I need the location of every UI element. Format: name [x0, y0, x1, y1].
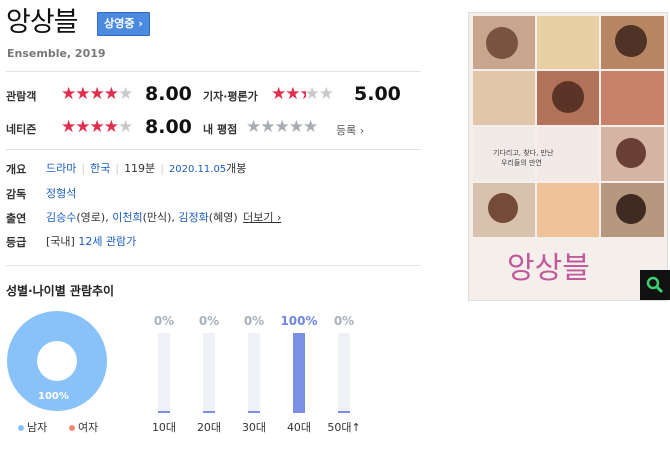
female-legend-label: 여자 — [78, 421, 99, 434]
poster-tagline-2: 우리들의 만연 — [501, 158, 542, 167]
audience-score: 8.00 — [145, 83, 192, 105]
age-bar-track — [203, 333, 215, 413]
audience-rating-label: 관람객 — [6, 90, 37, 103]
register-rating-link[interactable]: 등록 › — [336, 122, 364, 138]
age-bar-fill — [203, 411, 215, 413]
runtime: 119분 — [124, 162, 156, 175]
cast-list: 김승수(영로), 이천희(만식), 김정화(혜영) 더보기 › — [46, 209, 281, 225]
netizen-stars: ★★★★★ — [61, 117, 133, 137]
male-percentage: 100% — [38, 391, 69, 402]
divider — [6, 71, 421, 72]
cast-role: (영로), — [76, 211, 113, 224]
release-date-link[interactable]: 2020.11.05 — [169, 164, 226, 175]
director-label: 감독 — [6, 188, 27, 201]
cast-role: (만식), — [142, 211, 179, 224]
poster-tagline: 기다리고, 찾다, 만난 — [493, 148, 554, 157]
critic-score: 5.00 — [354, 83, 401, 105]
genre-link[interactable]: 드라마 — [46, 162, 76, 175]
age-bar-fill — [158, 411, 170, 413]
my-rating-label: 내 평점 — [203, 123, 238, 136]
age-bar-track — [338, 333, 350, 413]
critic-stars: ★★★★★ — [271, 84, 334, 104]
now-showing-badge[interactable]: 상영중 › — [97, 12, 150, 36]
female-legend: 여자 — [69, 419, 98, 435]
overview-label: 개요 — [6, 163, 27, 176]
poster-title: 앙상블 — [507, 251, 590, 286]
age-pct-4: 0% — [333, 314, 355, 328]
female-dot-icon — [69, 425, 75, 431]
magnifier-icon[interactable] — [640, 270, 670, 300]
overview-values: 드라마 | 한국 | 119분 | 2020.11.05개봉 — [46, 162, 247, 175]
age-bar-track — [293, 333, 305, 413]
cast-link[interactable]: 김정화 — [178, 211, 208, 224]
country-link[interactable]: 한국 — [90, 162, 110, 175]
age-rating-values: [국내] 12세 관람가 — [46, 233, 136, 249]
movie-title: 앙상블 — [6, 7, 79, 38]
male-dot-icon — [18, 425, 24, 431]
age-rating-label: 등급 — [6, 236, 27, 249]
age-pct-0: 0% — [153, 314, 175, 328]
age-bar-fill — [338, 411, 350, 413]
more-cast-link[interactable]: 더보기 › — [243, 211, 281, 224]
cast-role: (혜영) — [208, 211, 238, 224]
male-legend: 남자 — [18, 419, 47, 435]
age-label: 30대 — [241, 421, 267, 434]
age-pct-2: 0% — [243, 314, 265, 328]
age-label: 50대↑ — [327, 421, 361, 434]
movie-poster[interactable]: 기다리고, 찾다, 만난 우리들의 만연 앙상블 — [468, 12, 668, 301]
divider — [6, 265, 421, 266]
age-bar-fill — [248, 411, 260, 413]
cast-link[interactable]: 김승수 — [46, 211, 76, 224]
netizen-score: 8.00 — [145, 116, 192, 138]
audience-stars: ★★★★★ — [61, 84, 133, 104]
age-label: 20대 — [196, 421, 222, 434]
release-suffix: 개봉 — [226, 162, 247, 175]
age-label: 10대 — [151, 421, 177, 434]
donut-hole — [37, 341, 77, 381]
male-legend-label: 남자 — [27, 421, 48, 434]
movie-subtitle: Ensemble, 2019 — [7, 47, 106, 60]
age-label: 40대 — [286, 421, 312, 434]
divider — [6, 149, 421, 150]
director-link[interactable]: 정형석 — [46, 185, 76, 201]
poster-image: 기다리고, 찾다, 만난 우리들의 만연 앙상블 — [469, 13, 667, 300]
trend-section-title: 성별·나이별 관람추이 — [6, 284, 115, 298]
age-bar-fill — [293, 333, 305, 413]
age-bar-track — [248, 333, 260, 413]
age-pct-1: 0% — [198, 314, 220, 328]
critic-rating-label: 기자·평론가 — [203, 90, 258, 103]
rating-link[interactable]: 12세 관람가 — [78, 235, 136, 248]
my-rating-stars[interactable]: ★★★★★ — [246, 118, 318, 136]
cast-link[interactable]: 이천희 — [112, 211, 142, 224]
rating-prefix: [국내] — [46, 235, 75, 248]
netizen-rating-label: 네티즌 — [6, 123, 37, 136]
cast-label: 출연 — [6, 212, 27, 225]
age-bar-track — [158, 333, 170, 413]
age-pct-3: 100% — [280, 314, 318, 328]
